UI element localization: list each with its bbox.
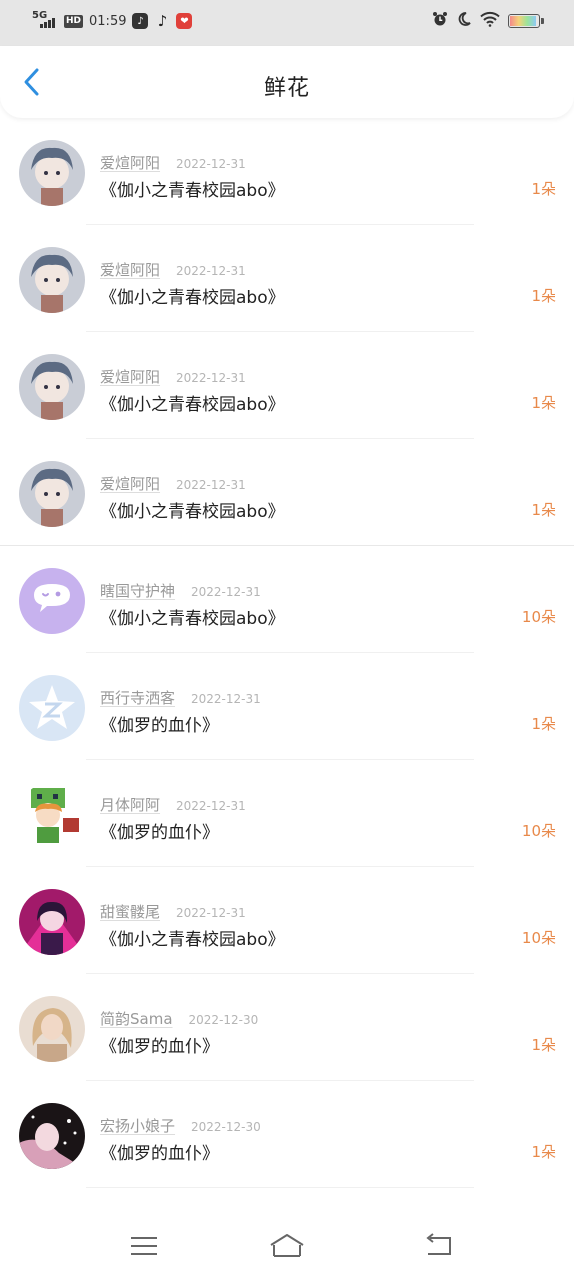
user-name[interactable]: 西行寺洒客 xyxy=(100,687,175,708)
post-date: 2022-12-31 xyxy=(176,906,246,920)
list-item[interactable]: 爱煊阿阳 2022-12-31 《伽小之青春校园abo》 1朵 xyxy=(0,332,574,439)
anime-boy-avatar[interactable] xyxy=(19,354,85,420)
system-back-button[interactable] xyxy=(416,1228,460,1264)
status-time: 01:59 xyxy=(89,13,127,29)
list-item[interactable]: 宏扬小娘子 2022-12-30 《伽罗的血仆》 1朵 xyxy=(0,1081,574,1188)
list-item[interactable]: 月体阿阿 2022-12-31 《伽罗的血仆》 10朵 xyxy=(0,760,574,867)
anime-boy-avatar[interactable] xyxy=(19,140,85,206)
page-title: 鲜花 xyxy=(263,76,310,101)
list-item[interactable]: 爱煊阿阳 2022-12-31 《伽小之青春校园abo》 1朵 xyxy=(0,118,574,225)
post-date: 2022-12-31 xyxy=(176,799,246,813)
post-date: 2022-12-31 xyxy=(176,264,246,278)
menu-button[interactable] xyxy=(122,1228,166,1264)
work-title[interactable]: 《伽罗的血仆》 xyxy=(100,1032,219,1057)
status-right xyxy=(432,10,544,32)
flower-count: 10朵 xyxy=(521,822,556,840)
work-title[interactable]: 《伽小之青春校园abo》 xyxy=(100,604,285,629)
work-title[interactable]: 《伽小之青春校园abo》 xyxy=(100,497,285,522)
wifi-icon xyxy=(480,11,500,31)
home-button[interactable] xyxy=(265,1228,309,1264)
moon-icon xyxy=(456,11,472,31)
header: 鲜花 xyxy=(0,46,574,118)
blonde-girl-avatar[interactable] xyxy=(19,996,85,1062)
list-item[interactable]: 甜蜜髅尾 2022-12-31 《伽小之青春校园abo》 10朵 xyxy=(0,867,574,974)
post-date: 2022-12-31 xyxy=(191,585,261,599)
flower-count: 1朵 xyxy=(531,501,556,519)
gift-list: 爱煊阿阳 2022-12-31 《伽小之青春校园abo》 1朵 爱煊阿阳 202… xyxy=(0,118,574,1188)
post-date: 2022-12-31 xyxy=(176,157,246,171)
menu-icon xyxy=(131,1237,157,1255)
tiktok-icon: ♪ xyxy=(157,12,168,30)
item-meta: 爱煊阿阳 2022-12-31 xyxy=(100,473,246,494)
list-item[interactable]: 西行寺洒客 2022-12-31 《伽罗的血仆》 1朵 xyxy=(0,653,574,760)
user-name[interactable]: 宏扬小娘子 xyxy=(100,1115,175,1136)
work-title[interactable]: 《伽小之青春校园abo》 xyxy=(100,925,285,950)
post-date: 2022-12-30 xyxy=(191,1120,261,1134)
alarm-icon xyxy=(432,11,448,31)
user-name[interactable]: 简韵Sama xyxy=(100,1008,173,1029)
back-icon xyxy=(426,1233,451,1255)
post-date: 2022-12-31 xyxy=(191,692,261,706)
item-meta: 爱煊阿阳 2022-12-31 xyxy=(100,366,246,387)
flower-count: 1朵 xyxy=(531,1143,556,1161)
neon-girl-avatar[interactable] xyxy=(19,889,85,955)
status-bar: 5G HD 01:59 ♪ ♪ ❤ xyxy=(0,0,574,46)
user-name[interactable]: 爱煊阿阳 xyxy=(100,152,160,173)
anime-boy-avatar[interactable] xyxy=(19,247,85,313)
post-date: 2022-12-31 xyxy=(176,371,246,385)
list-item[interactable]: 简韵Sama 2022-12-30 《伽罗的血仆》 1朵 xyxy=(0,974,574,1081)
system-nav-bar xyxy=(0,1212,574,1280)
item-meta: 西行寺洒客 2022-12-31 xyxy=(100,687,261,708)
tiktok-lite-icon: ♪ xyxy=(132,13,149,29)
post-date: 2022-12-30 xyxy=(188,1013,259,1027)
battery-icon xyxy=(508,14,540,28)
user-name[interactable]: 月体阿阿 xyxy=(100,794,160,815)
user-name[interactable]: 爱煊阿阳 xyxy=(100,473,160,494)
flower-count: 1朵 xyxy=(531,180,556,198)
user-name[interactable]: 爱煊阿阳 xyxy=(100,366,160,387)
item-meta: 甜蜜髅尾 2022-12-31 xyxy=(100,901,246,922)
home-icon xyxy=(270,1234,304,1257)
item-meta: 月体阿阿 2022-12-31 xyxy=(100,794,246,815)
flower-count: 1朵 xyxy=(531,715,556,733)
work-title[interactable]: 《伽小之青春校园abo》 xyxy=(100,283,285,308)
item-meta: 爱煊阿阳 2022-12-31 xyxy=(100,152,246,173)
list-item[interactable]: 爱煊阿阳 2022-12-31 《伽小之青春校园abo》 1朵 xyxy=(0,225,574,332)
status-left: 5G HD 01:59 ♪ ♪ ❤ xyxy=(32,10,193,32)
flower-count: 1朵 xyxy=(531,1036,556,1054)
flower-count: 1朵 xyxy=(531,287,556,305)
qzone-star-avatar[interactable] xyxy=(19,675,85,741)
red-app-icon: ❤ xyxy=(176,13,193,29)
flower-count: 10朵 xyxy=(521,608,556,626)
user-name[interactable]: 甜蜜髅尾 xyxy=(100,901,160,922)
creeper-girl-avatar[interactable] xyxy=(19,782,85,848)
post-date: 2022-12-31 xyxy=(176,478,246,492)
chat-bubble-avatar[interactable] xyxy=(19,568,85,634)
list-item[interactable]: 爱煊阿阳 2022-12-31 《伽小之青春校园abo》 1朵 xyxy=(0,439,574,546)
user-name[interactable]: 爱煊阿阳 xyxy=(100,259,160,280)
item-meta: 宏扬小娘子 2022-12-30 xyxy=(100,1115,261,1136)
item-meta: 爱煊阿阳 2022-12-31 xyxy=(100,259,246,280)
anime-boy-avatar[interactable] xyxy=(19,461,85,527)
list-item[interactable]: 瞎国守护神 2022-12-31 《伽小之青春校园abo》 10朵 xyxy=(0,546,574,653)
flower-count: 1朵 xyxy=(531,394,556,412)
work-title[interactable]: 《伽罗的血仆》 xyxy=(100,1139,219,1164)
hd-badge: HD xyxy=(64,14,84,28)
work-title[interactable]: 《伽罗的血仆》 xyxy=(100,711,219,736)
work-title[interactable]: 《伽小之青春校园abo》 xyxy=(100,176,285,201)
item-meta: 瞎国守护神 2022-12-31 xyxy=(100,580,261,601)
flower-count: 10朵 xyxy=(521,929,556,947)
divider xyxy=(86,1187,474,1188)
user-name[interactable]: 瞎国守护神 xyxy=(100,580,175,601)
item-meta: 简韵Sama 2022-12-30 xyxy=(100,1008,258,1029)
work-title[interactable]: 《伽小之青春校园abo》 xyxy=(100,390,285,415)
signal-icon: 5G xyxy=(32,10,58,30)
work-title[interactable]: 《伽罗的血仆》 xyxy=(100,818,219,843)
sparkle-girl-avatar[interactable] xyxy=(19,1103,85,1169)
